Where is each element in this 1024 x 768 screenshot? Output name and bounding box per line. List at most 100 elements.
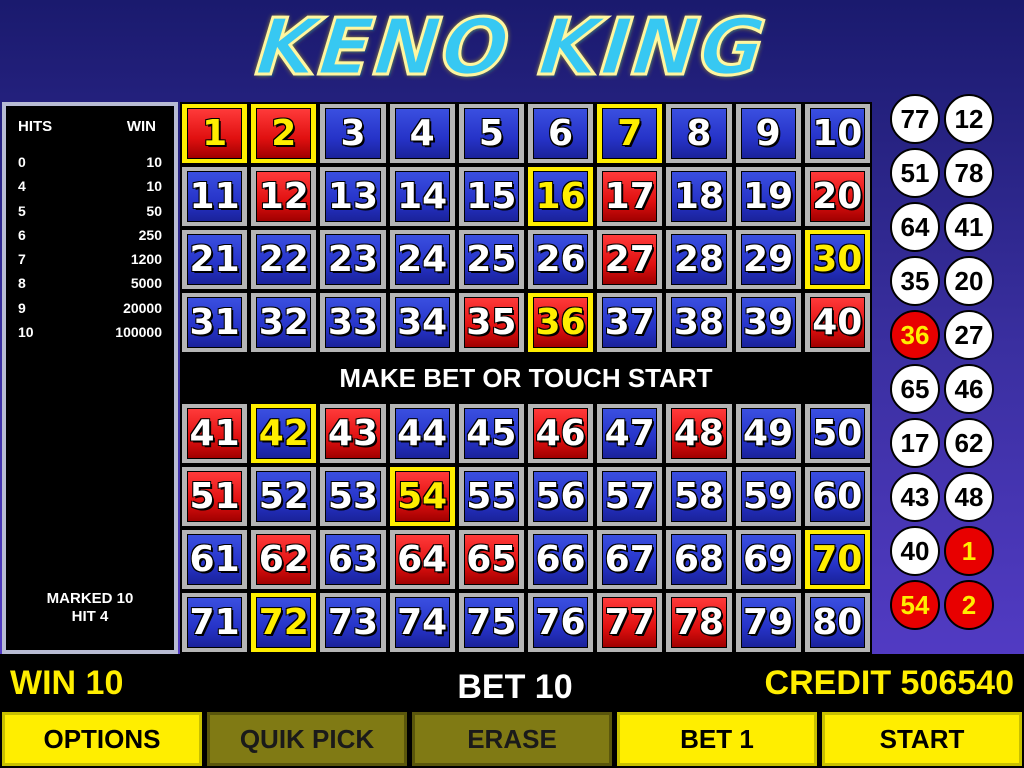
keno-number-29[interactable]: 29: [733, 228, 803, 291]
keno-number-37[interactable]: 37: [595, 291, 665, 354]
keno-number-40[interactable]: 40: [802, 291, 872, 354]
options-button[interactable]: OPTIONS: [2, 712, 202, 766]
keno-number-30[interactable]: 30: [802, 228, 872, 291]
keno-number-47[interactable]: 47: [595, 402, 665, 465]
keno-number-17[interactable]: 17: [595, 165, 665, 228]
keno-number-28[interactable]: 28: [664, 228, 734, 291]
keno-number-7[interactable]: 7: [595, 102, 665, 165]
keno-number-61[interactable]: 61: [180, 528, 250, 591]
keno-number-59[interactable]: 59: [733, 465, 803, 528]
keno-number-9[interactable]: 9: [733, 102, 803, 165]
keno-number-39[interactable]: 39: [733, 291, 803, 354]
keno-number-54[interactable]: 54: [387, 465, 457, 528]
keno-number-38[interactable]: 38: [664, 291, 734, 354]
keno-number-10[interactable]: 10: [802, 102, 872, 165]
keno-number-46[interactable]: 46: [525, 402, 596, 465]
keno-number-14[interactable]: 14: [387, 165, 457, 228]
keno-number-36[interactable]: 36: [525, 291, 596, 354]
keno-number-69[interactable]: 69: [733, 528, 803, 591]
keno-number-60[interactable]: 60: [802, 465, 872, 528]
keno-number-5[interactable]: 5: [456, 102, 526, 165]
keno-number-48[interactable]: 48: [664, 402, 734, 465]
keno-number-80[interactable]: 80: [802, 591, 872, 654]
keno-number-78[interactable]: 78: [664, 591, 734, 654]
keno-number-70[interactable]: 70: [802, 528, 872, 591]
keno-number-25[interactable]: 25: [456, 228, 526, 291]
keno-number-65[interactable]: 65: [456, 528, 526, 591]
keno-number-79[interactable]: 79: [733, 591, 803, 654]
keno-number-77[interactable]: 77: [595, 591, 665, 654]
keno-number-26[interactable]: 26: [525, 228, 596, 291]
drawn-ball: 43: [890, 472, 940, 522]
paytable-win: 50: [146, 202, 162, 219]
keno-number-32[interactable]: 32: [249, 291, 319, 354]
keno-number-64[interactable]: 64: [387, 528, 457, 591]
start-button[interactable]: START: [822, 712, 1022, 766]
keno-number-27[interactable]: 27: [595, 228, 665, 291]
keno-number-8[interactable]: 8: [664, 102, 734, 165]
keno-number-20[interactable]: 20: [802, 165, 872, 228]
keno-number-2[interactable]: 2: [249, 102, 319, 165]
quik-pick-button[interactable]: QUIK PICK: [207, 712, 407, 766]
keno-number-66[interactable]: 66: [525, 528, 596, 591]
keno-number-21[interactable]: 21: [180, 228, 250, 291]
keno-number-56[interactable]: 56: [525, 465, 596, 528]
keno-number-74[interactable]: 74: [387, 591, 457, 654]
keno-number-tile: 37: [602, 297, 658, 348]
keno-number-18[interactable]: 18: [664, 165, 734, 228]
keno-number-6[interactable]: 6: [525, 102, 596, 165]
keno-number-68[interactable]: 68: [664, 528, 734, 591]
keno-number-13[interactable]: 13: [318, 165, 388, 228]
keno-number-4[interactable]: 4: [387, 102, 457, 165]
paytable-row: 9 20000: [18, 300, 162, 324]
keno-number-tile: 23: [325, 234, 381, 285]
keno-number-42[interactable]: 42: [249, 402, 319, 465]
keno-number-72[interactable]: 72: [249, 591, 319, 654]
keno-number-75[interactable]: 75: [456, 591, 526, 654]
keno-number-76[interactable]: 76: [525, 591, 596, 654]
keno-number-45[interactable]: 45: [456, 402, 526, 465]
keno-number-49[interactable]: 49: [733, 402, 803, 465]
keno-number-label: 36: [535, 302, 586, 343]
keno-number-41[interactable]: 41: [180, 402, 250, 465]
bet-one-button[interactable]: BET 1: [617, 712, 817, 766]
keno-number-24[interactable]: 24: [387, 228, 457, 291]
keno-number-12[interactable]: 12: [249, 165, 319, 228]
paytable-win: 10: [146, 178, 162, 195]
win-display: WIN 10: [10, 664, 124, 702]
keno-number-1[interactable]: 1: [180, 102, 250, 165]
keno-number-55[interactable]: 55: [456, 465, 526, 528]
keno-number-19[interactable]: 19: [733, 165, 803, 228]
paytable-win: 20000: [123, 299, 162, 316]
keno-number-51[interactable]: 51: [180, 465, 250, 528]
keno-number-33[interactable]: 33: [318, 291, 388, 354]
keno-number-tile: 58: [671, 471, 727, 522]
keno-number-67[interactable]: 67: [595, 528, 665, 591]
keno-number-label: 72: [258, 602, 309, 643]
keno-number-label: 70: [812, 539, 863, 580]
keno-number-44[interactable]: 44: [387, 402, 457, 465]
keno-number-tile: 44: [394, 408, 450, 459]
keno-number-16[interactable]: 16: [525, 165, 596, 228]
keno-number-35[interactable]: 35: [456, 291, 526, 354]
keno-number-15[interactable]: 15: [456, 165, 526, 228]
keno-number-62[interactable]: 62: [249, 528, 319, 591]
keno-number-57[interactable]: 57: [595, 465, 665, 528]
drawn-ball: 35: [890, 256, 940, 306]
keno-number-31[interactable]: 31: [180, 291, 250, 354]
keno-number-11[interactable]: 11: [180, 165, 250, 228]
erase-button[interactable]: ERASE: [412, 712, 612, 766]
keno-number-58[interactable]: 58: [664, 465, 734, 528]
keno-number-63[interactable]: 63: [318, 528, 388, 591]
keno-number-43[interactable]: 43: [318, 402, 388, 465]
keno-number-23[interactable]: 23: [318, 228, 388, 291]
keno-number-34[interactable]: 34: [387, 291, 457, 354]
keno-number-label: 66: [535, 539, 586, 580]
keno-number-52[interactable]: 52: [249, 465, 319, 528]
keno-number-71[interactable]: 71: [180, 591, 250, 654]
keno-number-50[interactable]: 50: [802, 402, 872, 465]
keno-number-53[interactable]: 53: [318, 465, 388, 528]
keno-number-73[interactable]: 73: [318, 591, 388, 654]
keno-number-3[interactable]: 3: [318, 102, 388, 165]
keno-number-22[interactable]: 22: [249, 228, 319, 291]
